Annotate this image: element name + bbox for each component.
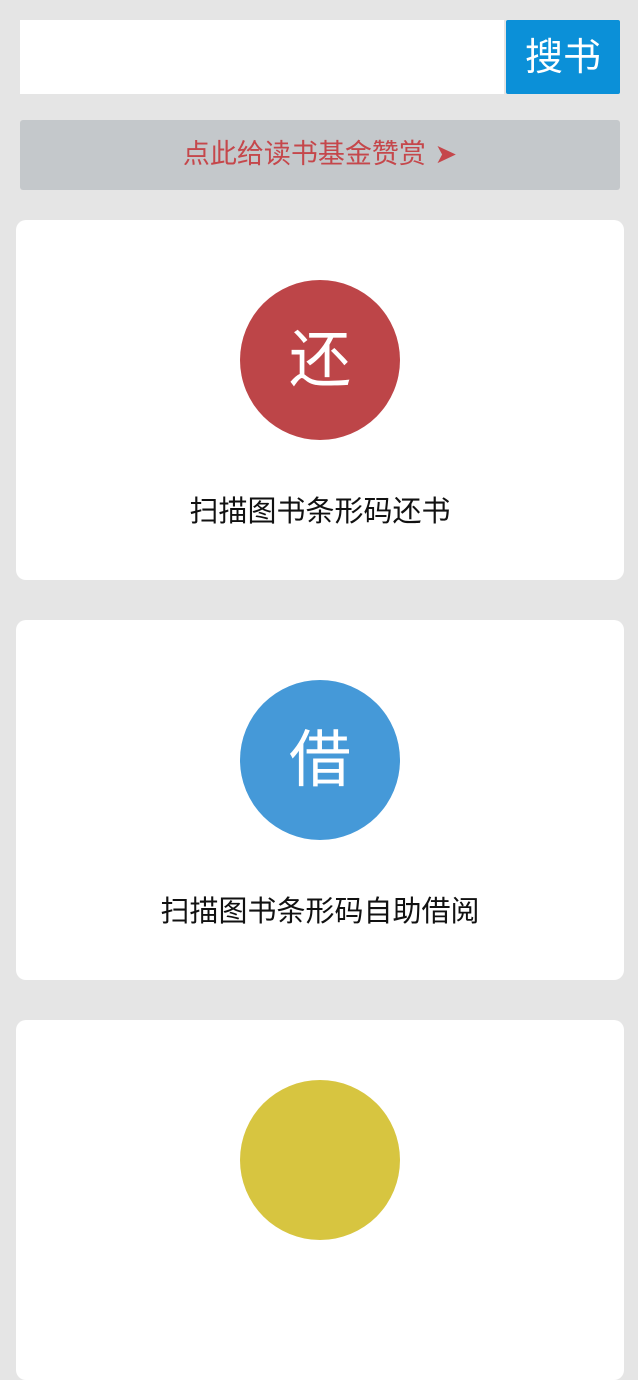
donate-to-reading-fund-banner[interactable]: 点此给读书基金赞赏 ➤ <box>20 120 620 190</box>
search-input[interactable] <box>20 20 504 94</box>
search-bar: 搜书 <box>20 20 620 94</box>
third-action-card[interactable] <box>16 1020 624 1380</box>
return-book-label: 扫描图书条形码还书 <box>189 494 451 528</box>
return-icon: 还 <box>240 280 400 440</box>
borrow-book-card[interactable]: 借 扫描图书条形码自助借阅 <box>16 620 624 980</box>
return-book-card[interactable]: 还 扫描图书条形码还书 <box>16 220 624 580</box>
borrow-book-label: 扫描图书条形码自助借阅 <box>160 894 480 928</box>
search-books-button[interactable]: 搜书 <box>506 20 620 94</box>
third-action-icon <box>240 1080 400 1240</box>
borrow-icon: 借 <box>240 680 400 840</box>
